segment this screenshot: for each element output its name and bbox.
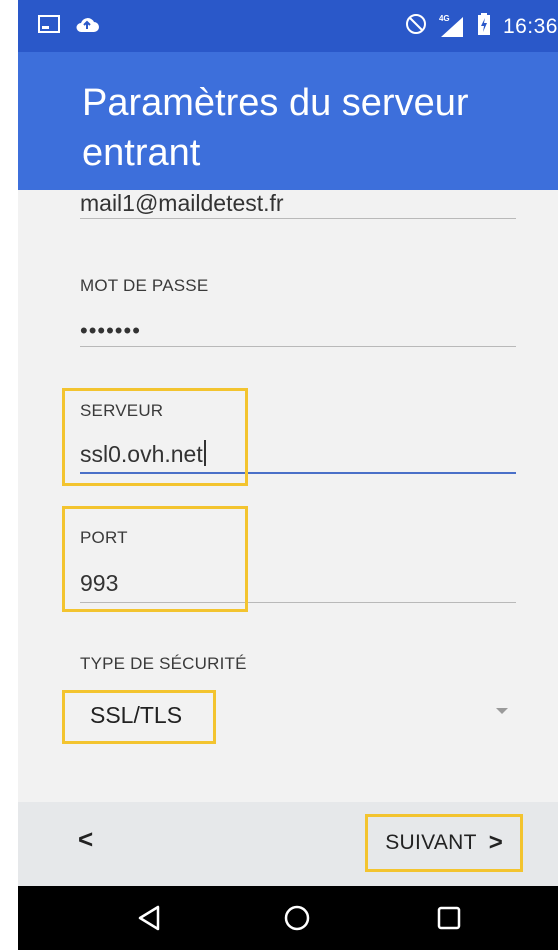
server-highlight-box (62, 388, 248, 486)
username-underline (80, 218, 516, 219)
screenshot-icon (38, 15, 60, 38)
nav-recents-icon[interactable] (429, 900, 469, 936)
cloud-upload-icon (74, 14, 100, 39)
security-highlight-box (62, 690, 216, 744)
password-underline (80, 346, 516, 347)
system-navigation-bar (18, 886, 558, 950)
network-type-label: 4G (438, 14, 450, 23)
status-bar-left (38, 14, 100, 39)
signal-4g-icon: 4G (438, 14, 465, 38)
next-button[interactable]: SUIVANT > (365, 814, 523, 872)
dropdown-arrow-icon[interactable] (496, 708, 508, 714)
incoming-server-form: mail1@maildetest.fr MOT DE PASSE •••••••… (18, 190, 558, 802)
chevron-right-icon: > (488, 829, 503, 856)
security-type-label: TYPE DE SÉCURITÉ (80, 654, 247, 673)
bottom-action-bar: < SUIVANT > (18, 802, 558, 886)
previous-button[interactable]: < (78, 824, 93, 855)
password-label: MOT DE PASSE (80, 276, 209, 295)
do-not-disturb-icon (405, 13, 427, 41)
battery-charging-icon (477, 13, 491, 41)
status-time: 16:36 (502, 15, 558, 38)
next-button-label: SUIVANT (385, 831, 477, 854)
nav-home-icon[interactable] (277, 900, 317, 936)
password-field[interactable]: ••••••• (80, 318, 141, 344)
status-bar: 4G 16:36 (18, 0, 558, 52)
page-title: Paramètres du serveur entrant (82, 82, 469, 174)
port-highlight-box (62, 506, 248, 612)
nav-back-icon[interactable] (130, 900, 170, 936)
username-field[interactable]: mail1@maildetest.fr (80, 190, 284, 217)
app-header: Paramètres du serveur entrant (18, 52, 558, 190)
status-bar-right: 4G 16:36 (405, 13, 558, 41)
phone-screen: 4G 16:36 Paramètres du serveur entrant m… (18, 0, 558, 950)
